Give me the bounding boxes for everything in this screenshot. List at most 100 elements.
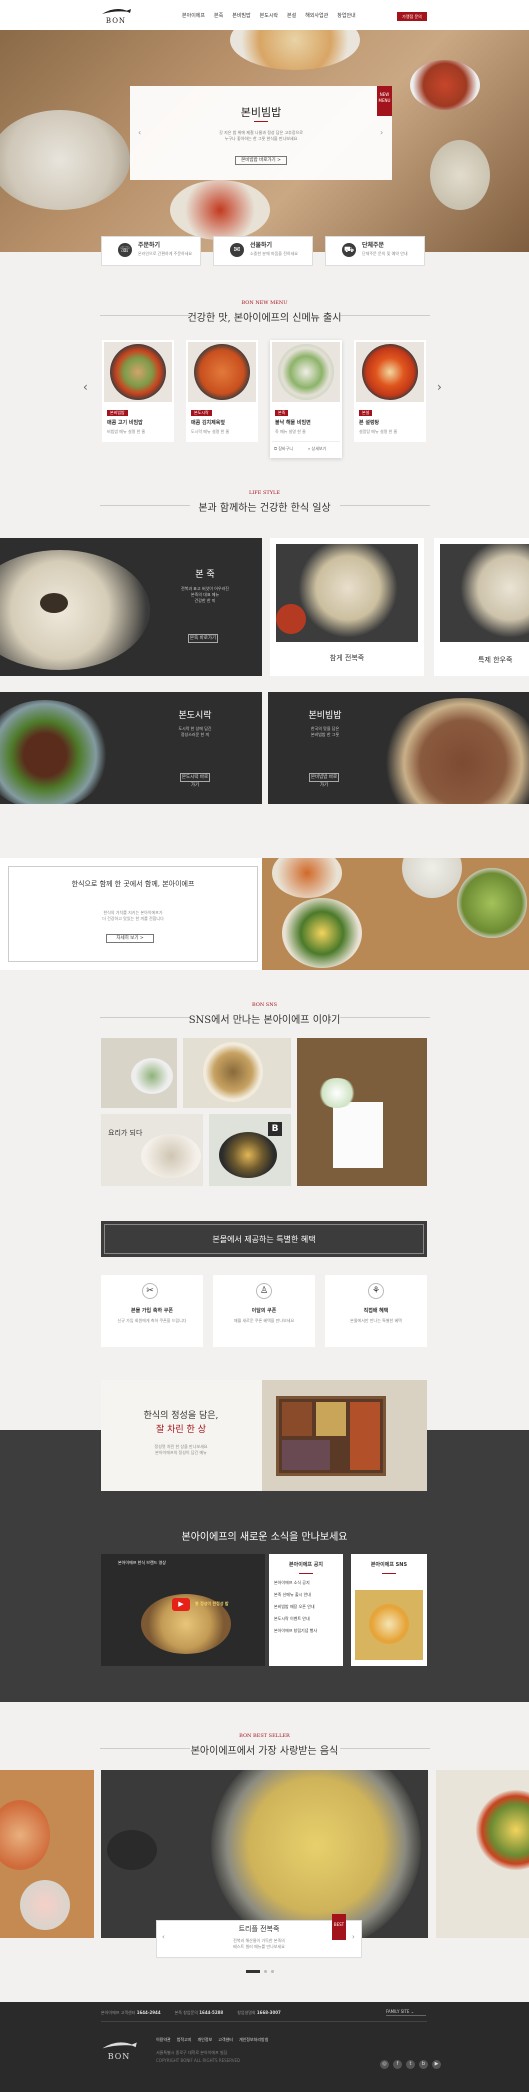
sns-title: SNS에서 만나는 본아이에프 이야기: [188, 1015, 341, 1026]
footer-address: 서울특별시 종로구 대학로 본아이에프 빌딩: [156, 2050, 228, 2055]
life-panel-button[interactable]: 본비빔밥 바로가기: [309, 773, 339, 788]
pagination-dot-active[interactable]: [246, 1970, 260, 1973]
new-menu-prev-arrow[interactable]: ‹: [83, 380, 88, 394]
quick-group-desc: 단체주문 문의 및 예약 안내: [362, 251, 408, 256]
life-panel-juk[interactable]: [0, 538, 262, 676]
life-panel-desc: 도시락 한 상에 담긴 정성스러운 한 끼: [160, 726, 230, 738]
pagination-dot[interactable]: [271, 1970, 274, 1973]
best-side-image-left: [0, 1770, 94, 1938]
facebook-icon[interactable]: f: [393, 2060, 402, 2069]
new-menu-next-arrow[interactable]: ›: [437, 380, 442, 394]
sns-photo[interactable]: [101, 1038, 177, 1108]
best-pagination: [246, 1970, 274, 1973]
nav-item[interactable]: 본죽: [214, 13, 223, 20]
brand-title: 한식으로 함께 한 곳에서 함께, 본아이에프: [71, 880, 195, 888]
gift-box-icon: ⚘: [368, 1283, 384, 1299]
sns-sub: BON SNS: [251, 1002, 278, 1008]
footer-link[interactable]: 이용약관: [156, 2037, 171, 2043]
hero-bowl-left: [0, 110, 130, 210]
nav-item[interactable]: 해외사업관: [305, 13, 328, 20]
phone-item: 본아이에프 고객센터 1644-2944: [101, 2010, 161, 2016]
logo-text: BON: [105, 17, 127, 25]
detail-button[interactable]: ⌕ 상세보기: [308, 446, 326, 452]
best-sub: BON BEST SELLER: [239, 1733, 290, 1739]
hero-plate-right: [410, 60, 480, 110]
nav-item[interactable]: 본아이에프: [182, 13, 205, 20]
nav-item[interactable]: 본설: [287, 13, 296, 20]
best-prev-arrow[interactable]: ‹: [162, 1933, 165, 1941]
notice-item[interactable]: 본죽 신메뉴 출시 안내: [274, 1592, 340, 1598]
hero-cup-right: [430, 140, 490, 210]
life-panel-button[interactable]: 본도시락 바로가기: [180, 773, 210, 788]
youtube-icon[interactable]: ▶: [432, 2060, 441, 2069]
menu-card-tag: 본설: [359, 410, 373, 416]
menu-card-name: 불낙 해물 비빔면: [275, 420, 311, 426]
menu-card-desc: 도시락 메뉴 설명 한 줄: [191, 429, 230, 434]
best-main-image[interactable]: [101, 1770, 428, 1938]
sns-photo[interactable]: [297, 1038, 427, 1186]
video-title: 본아이에프 한식 브랜드 영상: [118, 1560, 166, 1565]
phone-label: 본죽 창업문의: [174, 2010, 198, 2015]
phone-item: 본죽 창업문의 1644-5288: [175, 2010, 224, 2016]
sns-panel-title: 본아이에프 SNS: [370, 1562, 408, 1568]
footer-logo[interactable]: BON: [100, 2040, 138, 2061]
table-title-1: 한식의 정성을 담은,: [143, 1411, 219, 1421]
notice-item[interactable]: 본아이에프 창립기념 행사: [274, 1628, 340, 1634]
menu-card-name: 본 설렁탕: [359, 420, 380, 426]
phone-label: 본아이에프 고객센터: [101, 2010, 136, 2015]
life-panel-title: 본 죽: [195, 570, 215, 580]
sns-photo[interactable]: [101, 1114, 203, 1186]
footer-link[interactable]: 법적고지: [177, 2037, 192, 2043]
sns-photo[interactable]: [183, 1038, 291, 1108]
life-panel-button[interactable]: 본죽 바로가기: [188, 634, 218, 643]
notice-title: 본아이에프 공지: [289, 1562, 323, 1568]
nav-item[interactable]: 창업안내: [337, 13, 355, 20]
pagination-dot[interactable]: [264, 1970, 267, 1973]
notice-item[interactable]: 본비빔밥 매장 오픈 안내: [274, 1604, 340, 1610]
nav-item[interactable]: 본비빔밥: [232, 13, 250, 20]
instagram-icon[interactable]: ◎: [380, 2060, 389, 2069]
mall-benefit-desc: 본몰에서만 만나는 특별한 혜택: [350, 1318, 402, 1323]
notice-item[interactable]: 본도시락 이벤트 안내: [274, 1616, 340, 1622]
life-panel-desc: 한국의 맛을 담은 본비빔밥 한 그릇: [290, 726, 360, 738]
mall-title: 본몰에서 제공하는 특별한 혜택: [212, 1235, 316, 1244]
family-site-select[interactable]: FAMILY SITE ⌄: [386, 2009, 426, 2016]
coupon-icon: ✂: [142, 1283, 158, 1299]
best-next-arrow[interactable]: ›: [352, 1933, 355, 1941]
sns-script-text: 요리가 되다: [108, 1129, 143, 1137]
youtube-play-icon[interactable]: ▶: [172, 1598, 190, 1611]
notice-item[interactable]: 본아이에프 소식 공지: [274, 1580, 340, 1586]
sns-panel-divider: [382, 1573, 396, 1574]
nav-item[interactable]: 본도시락: [260, 13, 278, 20]
cart-label: 장바구니: [278, 446, 294, 451]
blog-icon[interactable]: b: [419, 2060, 428, 2069]
phone-number: 1644-2944: [136, 2010, 161, 2015]
footer-copyright: COPYRIGHT BONIF ALL RIGHTS RESERVED: [156, 2058, 241, 2063]
brand-button[interactable]: 자세히 보기 >: [106, 934, 154, 943]
footer-link[interactable]: 고객센터: [218, 2037, 233, 2043]
menu-card-name: 매콤 김치제육덮: [191, 420, 225, 426]
menu-card-image: [104, 342, 172, 402]
brand-desc-line: 더 건강하고 맛있는 한 끼를 전합니다: [102, 916, 164, 921]
notice-divider: [299, 1573, 313, 1574]
menu-card-divider: [272, 441, 340, 442]
cart-button[interactable]: ⛋ 장바구니: [274, 446, 293, 452]
new-menu-sub: BON NEW MENU: [241, 300, 288, 306]
life-panel-title: 본비빔밥: [308, 711, 342, 721]
footer-link[interactable]: 개인정보: [197, 2037, 212, 2043]
life-card-title: 특제 한우죽: [478, 656, 513, 664]
menu-card-tag: 본죽: [275, 410, 289, 416]
logo[interactable]: BON: [100, 7, 132, 25]
gift-icon: ✉: [230, 243, 244, 257]
life-panel-desc-line: 정성스러운 한 끼: [180, 732, 210, 737]
quick-gift-label: 선물하기: [250, 242, 273, 249]
twitter-icon[interactable]: t: [406, 2060, 415, 2069]
hero-link-button[interactable]: 본비빔밥 바로가기 >: [235, 156, 287, 165]
hero-next-arrow[interactable]: ›: [380, 128, 383, 137]
footer-social: ◎ f t b ▶: [380, 2060, 441, 2069]
table-desc-line: 본아이에프의 정성이 담긴 메뉴: [155, 1450, 207, 1455]
hero-prev-arrow[interactable]: ‹: [138, 128, 141, 137]
video-logo-text: 봉 정성이 한정성 밥: [195, 1601, 229, 1606]
footer-link[interactable]: 개인정보처리방침: [239, 2037, 268, 2043]
franchise-button[interactable]: 가맹점 문의: [397, 12, 427, 21]
